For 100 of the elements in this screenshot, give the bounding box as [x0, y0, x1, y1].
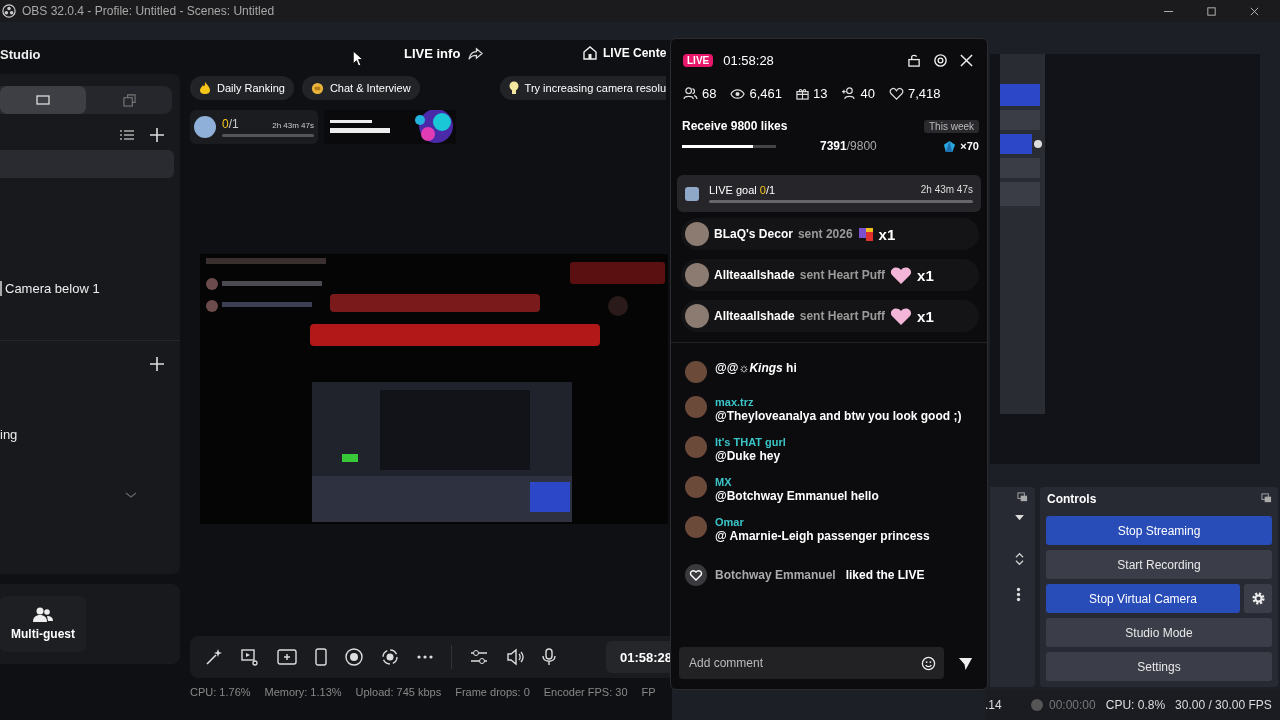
live-info-link[interactable]: LIVE info [404, 46, 484, 61]
performance-stat: Upload: 745 kbps [355, 686, 442, 698]
control-button[interactable]: Start Recording [1046, 550, 1272, 579]
username: Omar [715, 516, 745, 528]
settings-button[interactable] [1244, 584, 1272, 613]
record-time: 00:00:00 [1049, 698, 1096, 712]
username: Allteaallshade [714, 268, 795, 282]
username: Allteaallshade [714, 309, 795, 323]
gem-icon [943, 139, 957, 153]
app-name: Studio [0, 46, 41, 62]
spin-arrows-icon[interactable] [1014, 551, 1025, 567]
phone-icon[interactable] [315, 648, 327, 666]
fps-readout: 30.00 / 30.00 FPS [1175, 698, 1272, 712]
cpu-usage: CPU: 0.8% [1105, 698, 1166, 712]
heart-icon [890, 306, 913, 326]
flame-icon [199, 81, 211, 95]
username: MX [715, 476, 733, 488]
avatar [685, 396, 707, 418]
multi-guest-button[interactable]: Multi-guest [0, 596, 86, 652]
close-icon[interactable] [1249, 5, 1260, 17]
lock-icon[interactable] [908, 54, 921, 67]
stat-value: 13 [813, 86, 828, 101]
settings-icon[interactable] [933, 53, 948, 68]
gift-count: x1 [878, 225, 896, 243]
caret-icon[interactable] [1014, 514, 1025, 521]
stat-value: 68 [702, 86, 717, 101]
live-timer: 01:58:28 [723, 53, 774, 68]
sliders-icon[interactable] [470, 649, 488, 665]
plus-icon[interactable] [150, 357, 164, 371]
obs-logo-icon [2, 4, 16, 18]
username: It's THAT gurl [715, 436, 786, 448]
goal-count: 0/1 [222, 117, 239, 131]
goal-count: 7391/9800 [820, 139, 877, 153]
source-item[interactable]: Camera below 1 [0, 281, 180, 296]
control-button[interactable]: Settings [1046, 652, 1272, 681]
record-indicator [1031, 699, 1043, 711]
media-icon[interactable] [241, 648, 259, 666]
avatar [685, 361, 707, 383]
avatar [685, 304, 709, 328]
performance-stat: Encoder FPS: 30 [543, 686, 628, 698]
goal-timer: 2h 43m 47s [272, 121, 314, 130]
more-icon[interactable] [1016, 586, 1021, 603]
control-button[interactable]: Stop Streaming [1046, 516, 1272, 545]
avatar [685, 186, 699, 201]
reward-count: ×70 [960, 140, 979, 152]
add-user-icon [841, 87, 857, 100]
more-icon[interactable] [417, 655, 433, 659]
performance-stat: CPU: 1.76% [190, 686, 251, 698]
gift-action: sent Heart Puff [799, 309, 886, 323]
avatar [685, 476, 707, 498]
magic-wand-icon[interactable] [205, 648, 223, 666]
cursor-icon [352, 50, 363, 67]
gift-action: sent 2026 [797, 227, 853, 241]
performance-stat: Memory: 1.13% [264, 686, 342, 698]
chevron-icon[interactable] [125, 492, 137, 498]
send-icon[interactable] [958, 655, 973, 671]
feature-chip[interactable]: Daily Ranking [190, 76, 294, 100]
maximize-icon[interactable] [1206, 5, 1217, 17]
live-timer: 01:58:28 [605, 641, 672, 673]
popout-icon[interactable] [1017, 492, 1028, 503]
eye-icon [730, 87, 746, 100]
gift-count: x1 [917, 307, 934, 325]
control-button[interactable]: Stop Virtual Camera [1046, 584, 1240, 613]
chat-message: @Theyloveanalya and btw you look good ;) [715, 409, 962, 423]
goal-title: Receive 9800 likes [682, 119, 788, 133]
avatar [685, 516, 707, 538]
popout-icon[interactable] [1261, 493, 1272, 504]
plus-icon[interactable] [150, 128, 164, 142]
people-icon [683, 87, 698, 100]
screen-add-icon[interactable] [277, 649, 297, 665]
chat-message: @@☼Kings hi [715, 361, 797, 375]
comment-field[interactable]: Add comment [687, 655, 921, 671]
feature-chip[interactable]: Chat & Interview [301, 76, 420, 100]
live-goal-card[interactable]: LIVE goal 0/1 2h 43m 47s [677, 175, 981, 212]
heart-icon [890, 265, 913, 285]
gear-icon [1250, 591, 1266, 606]
chat-message: @ Amarnie-Leigh passenger princess [715, 529, 930, 543]
tip-text: Try increasing camera resolu [524, 82, 666, 94]
list-icon[interactable] [120, 129, 134, 141]
username: Botchway Emmanuel [715, 568, 836, 582]
comment-box[interactable]: Add comment [679, 647, 944, 679]
goal-card[interactable]: 0/1 2h 43m 47s [190, 110, 318, 144]
bulb-icon [508, 81, 519, 95]
chat-message: @Duke hey [715, 449, 782, 463]
source-item[interactable]: ing [0, 427, 180, 442]
record-icon[interactable] [345, 648, 363, 666]
live-center-link[interactable]: LIVE Cente [582, 45, 667, 61]
view-tab[interactable] [0, 86, 86, 114]
performance-stat: Frame drops: 0 [455, 686, 530, 698]
gift-count: x1 [917, 266, 934, 284]
control-button[interactable]: Studio Mode [1046, 618, 1272, 647]
speaker-icon[interactable] [506, 648, 524, 666]
microphone-icon[interactable] [542, 648, 556, 666]
live-badge: LIVE [683, 54, 714, 67]
gift-icon [796, 87, 809, 100]
emoji-icon[interactable] [921, 655, 936, 671]
coin-icon [310, 81, 324, 95]
home-icon [582, 45, 598, 61]
avatar [194, 116, 216, 138]
avatar [685, 263, 709, 287]
